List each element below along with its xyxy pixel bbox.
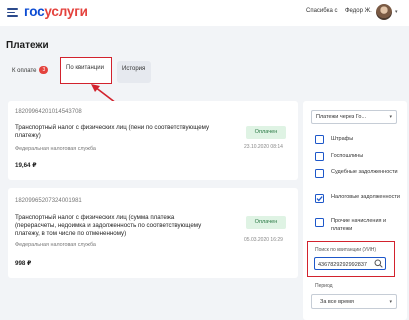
chevron-down-icon[interactable]: ▾ (395, 9, 398, 15)
top-header: госуслуги Спасибка с Федор Ж. ▾ (0, 0, 409, 26)
filter-panel: Платежи через Го... ▾ Штрафы Госпошлины … (303, 101, 407, 320)
tab-by-receipt[interactable]: По квитанции (60, 57, 112, 84)
checkbox-other[interactable] (315, 218, 324, 227)
checkbox-duties-label: Госпошлины (331, 153, 364, 159)
payment-uin: 18209964201014543708 (15, 109, 82, 115)
logo-part-gos: гос (24, 4, 45, 19)
check-icon (316, 196, 323, 202)
status-badge: Оплачен (246, 126, 286, 139)
payment-type-value: Платежи через Го... (316, 114, 367, 120)
checkbox-fines-label: Штрафы (331, 136, 354, 142)
help-link[interactable]: Спасибка с (306, 8, 337, 14)
page-title: Платежи (6, 40, 49, 51)
payment-card[interactable]: 18209965207324001981 Транспортный налог … (8, 188, 298, 278)
period-label: Период (315, 283, 333, 289)
checkbox-tax-debts-label: Налоговые задолженности (331, 194, 400, 200)
logo-part-uslugi: услуги (44, 4, 88, 19)
status-badge: Оплачен (246, 216, 286, 229)
checkbox-other-label: Прочие начисления и платежи (331, 218, 387, 232)
chevron-down-icon: ▾ (389, 299, 392, 305)
gosuslugi-logo[interactable]: госуслуги (24, 4, 88, 19)
period-select[interactable]: За все время ▾ (311, 294, 397, 309)
checkbox-court-debts[interactable] (315, 169, 324, 178)
tab-by-receipt-label: По квитанции (66, 65, 104, 71)
checkbox-court-debts-label: Судебные задолженности (331, 169, 398, 175)
search-icon[interactable] (374, 259, 383, 268)
tab-history[interactable]: История (117, 61, 151, 83)
payment-org: Федеральная налоговая служба (15, 146, 96, 152)
payment-org: Федеральная налоговая служба (15, 242, 96, 248)
tab-to-pay[interactable]: К оплате 3 (12, 66, 49, 81)
tab-to-pay-label: К оплате (12, 68, 37, 74)
payment-title: Транспортный налог с физических лиц (пен… (15, 124, 210, 139)
checkbox-duties[interactable] (315, 152, 324, 161)
menu-icon[interactable] (7, 8, 18, 17)
payment-type-select[interactable]: Платежи через Го... ▾ (311, 110, 397, 124)
avatar[interactable] (376, 4, 392, 20)
payment-uin: 18209965207324001981 (15, 198, 82, 204)
period-value: За все время (320, 299, 354, 305)
tab-history-label: История (122, 66, 146, 72)
payment-date: 05.03.2020 16:29 (244, 237, 283, 243)
checkbox-fines[interactable] (315, 135, 324, 144)
payment-title: Транспортный налог с физических лиц (сум… (15, 214, 202, 237)
checkbox-tax-debts[interactable] (315, 194, 324, 203)
user-name[interactable]: Федор Ж. (345, 8, 372, 14)
count-badge: 3 (39, 66, 49, 74)
payment-card[interactable]: 18209964201014543708 Транспортный налог … (8, 101, 298, 180)
payment-amount: 998 ₽ (15, 260, 32, 267)
payment-amount: 19,64 ₽ (15, 162, 37, 169)
payment-date: 23.10.2020 08:14 (244, 144, 283, 150)
chevron-down-icon: ▾ (389, 114, 392, 120)
